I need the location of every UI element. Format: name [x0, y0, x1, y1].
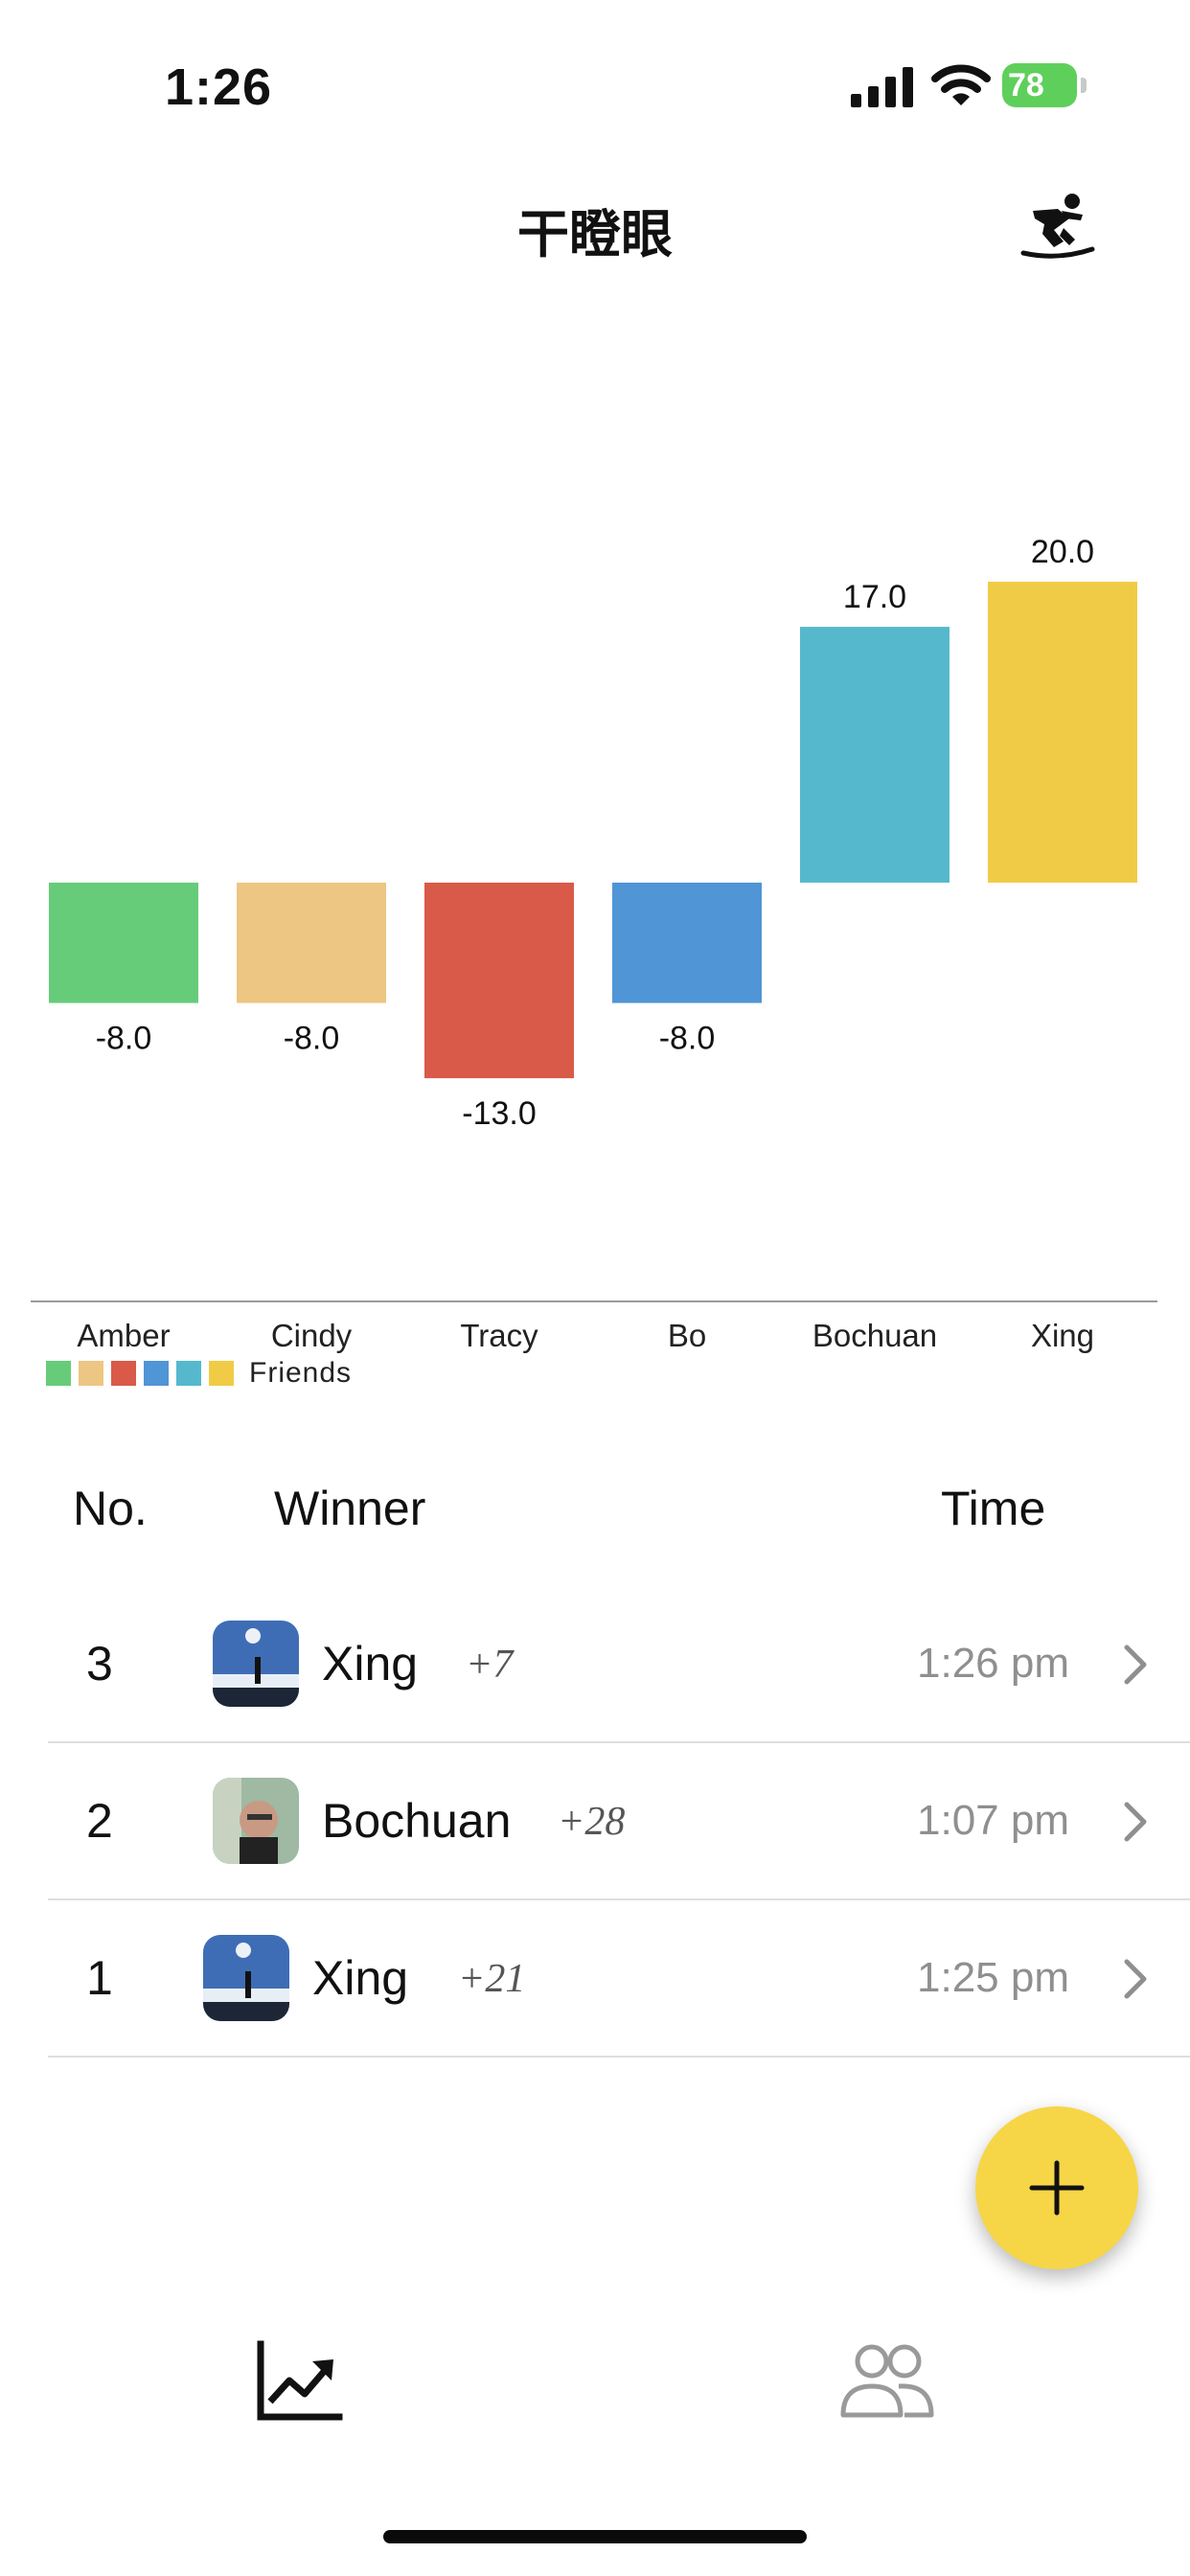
category-label: Cindy	[271, 1318, 353, 1353]
game-list: 3 Xing +7 1:26 pm 2 Bochuan +28 1:07 pm …	[0, 1586, 1190, 2058]
data-label: 20.0	[1031, 534, 1094, 570]
bar-cindy	[237, 883, 386, 1003]
data-label: 17.0	[843, 579, 906, 615]
table-row[interactable]: 2 Bochuan +28 1:07 pm	[48, 1743, 1190, 1900]
score-bar-chart: -8.0 -8.0 -13.0 -8.0 17.0 20.0 Amber Cindy Trac…	[31, 534, 1157, 1353]
chevron-right-icon	[1124, 1644, 1147, 1685]
data-label: -13.0	[462, 1095, 537, 1132]
chart-legend: Friends	[46, 1357, 353, 1389]
legend-label: Friends	[249, 1357, 353, 1389]
data-label: -8.0	[96, 1021, 152, 1057]
category-label: Xing	[1031, 1318, 1094, 1353]
chevron-right-icon	[1124, 1959, 1147, 1999]
row-number: 3	[86, 1637, 113, 1690]
add-game-button[interactable]	[975, 2106, 1138, 2269]
legend-swatch	[209, 1361, 234, 1386]
bar-bochuan	[800, 627, 950, 883]
category-label: Bochuan	[812, 1318, 937, 1353]
winner-name: Bochuan	[322, 1794, 512, 1848]
bar-bo	[612, 883, 762, 1003]
legend-swatch	[111, 1361, 136, 1386]
column-header-time: Time	[941, 1482, 1046, 1535]
table-row[interactable]: 3 Xing +7 1:26 pm	[48, 1586, 1190, 1743]
plus-icon	[1029, 2160, 1085, 2216]
legend-swatch	[46, 1361, 71, 1386]
legend-swatch	[79, 1361, 103, 1386]
winner-score: +28	[558, 1800, 626, 1844]
table-header: No. Winner Time	[0, 1481, 1190, 1548]
avatar	[213, 1621, 299, 1707]
data-label: -8.0	[284, 1021, 340, 1057]
avatar	[213, 1778, 299, 1864]
bar-xing	[988, 582, 1137, 883]
game-time: 1:26 pm	[917, 1640, 1069, 1687]
bar-tracy	[424, 883, 574, 1079]
legend-swatch	[176, 1361, 201, 1386]
column-header-no: No.	[73, 1482, 148, 1535]
row-number: 2	[86, 1794, 113, 1848]
row-number: 1	[86, 1951, 113, 2005]
chart-trending-icon[interactable]	[251, 2338, 347, 2425]
category-label: Tracy	[460, 1318, 538, 1353]
category-label: Bo	[668, 1318, 706, 1353]
column-header-winner: Winner	[274, 1482, 426, 1535]
table-row[interactable]: 1 Xing +21 1:25 pm	[48, 1900, 1190, 2058]
game-time: 1:25 pm	[917, 1954, 1069, 2001]
winner-score: +7	[466, 1643, 514, 1687]
winner-name: Xing	[312, 1951, 409, 2005]
chevron-right-icon	[1124, 1802, 1147, 1842]
people-icon[interactable]	[839, 2338, 935, 2425]
winner-score: +21	[458, 1957, 526, 2001]
bar-amber	[49, 883, 198, 1003]
avatar	[203, 1935, 289, 2021]
category-label: Amber	[77, 1318, 170, 1353]
game-time: 1:07 pm	[917, 1797, 1069, 1844]
home-indicator	[383, 2530, 807, 2543]
data-label: -8.0	[659, 1021, 716, 1057]
winner-name: Xing	[322, 1637, 419, 1690]
legend-swatch	[144, 1361, 169, 1386]
